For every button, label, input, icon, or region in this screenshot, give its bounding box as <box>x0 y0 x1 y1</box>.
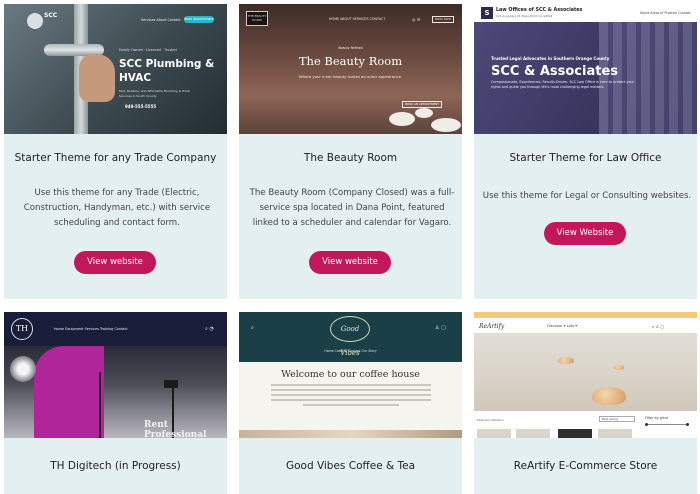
preview-screenshot-reartify[interactable]: ReArtify Discover ▾ Lots ▾ ⌕ ♙ ▢ Feature… <box>474 312 697 438</box>
promo-bar <box>474 312 697 318</box>
card-beauty-room: THE BEAUTY ROOM HOME ABOUT SERVICES CONT… <box>239 4 462 299</box>
stone-image <box>415 108 433 118</box>
preview-appointment-button: BOOK AN APPOINTMENT <box>402 101 442 108</box>
preview-body-text <box>271 384 431 409</box>
preview-screenshot-beauty[interactable]: THE BEAUTY ROOM HOME ABOUT SERVICES CONT… <box>239 4 462 134</box>
beach-image <box>474 333 697 411</box>
light-stand <box>99 372 101 438</box>
preview-screenshot-law[interactable]: S Law Offices of SCC & Associates 123 An… <box>474 4 697 134</box>
backdrop-image <box>34 346 104 438</box>
preview-menu: Home Catalog Contact Our Story <box>324 349 377 353</box>
card-description: Use this theme for Legal or Consulting w… <box>482 191 692 201</box>
shell-image <box>558 357 574 364</box>
view-website-button[interactable]: View Website <box>544 222 626 245</box>
card-law-office: S Law Offices of SCC & Associates 123 An… <box>474 4 697 299</box>
preview-headline: SCC & Associates <box>491 64 619 79</box>
preview-headline: SCC Plumbing & HVAC <box>119 58 215 84</box>
preview-nav: HOME ABOUT SERVICES CONTACT <box>329 17 386 21</box>
product-tile <box>516 429 550 438</box>
card-trade-theme: SCC Services About Contact Book Appointm… <box>4 4 227 299</box>
preview-headline: The Beauty Room <box>298 54 403 68</box>
shell-image <box>614 365 624 370</box>
preview-address: 123 Anywhere St, Dana Point, CA 92629 <box>496 14 553 18</box>
preview-screenshot-digitech[interactable]: TH Home Equipment Services Training Cont… <box>4 312 227 438</box>
card-title: Good Vibes Coffee & Tea <box>285 460 416 472</box>
preview-nav: Home Areas of Practice Contact <box>640 11 691 15</box>
firm-logo-icon: S <box>481 7 493 19</box>
card-title: Starter Theme for any Trade Company <box>14 152 217 164</box>
preview-headline: Welcome to our coffee house <box>281 369 420 380</box>
preview-logo: TH <box>11 318 33 340</box>
preview-screenshot-trade[interactable]: SCC Services About Contact Book Appointm… <box>4 4 227 134</box>
slider-thumb <box>686 423 689 426</box>
account-cart-icons: ♙ ▢ <box>435 325 446 331</box>
brand-name: SCC <box>44 12 58 19</box>
preview-kicker: Beauty Refined <box>338 46 363 50</box>
preview-kicker: Trusted Legal Advocates in Southern Oran… <box>491 56 610 61</box>
preview-headline: Rent Professional <box>144 420 207 438</box>
stone-image <box>431 118 461 132</box>
preview-image-strip <box>239 430 462 438</box>
slider-thumb <box>645 423 648 426</box>
preview-subtext: Where your inner beauty makes an outer a… <box>298 74 403 79</box>
card-title: TH Digitech (in Progress) <box>50 460 181 472</box>
card-good-vibes: ⌕ Good Vibes ♙ ▢ Home Catalog Contact Ou… <box>239 312 462 494</box>
shell-image <box>592 387 626 405</box>
umbrella-light-image <box>10 356 36 382</box>
stone-image <box>389 112 415 126</box>
card-title: ReArtify E-Commerce Store <box>513 460 658 472</box>
preview-screenshot-coffee[interactable]: ⌕ Good Vibes ♙ ▢ Home Catalog Contact Ou… <box>239 312 462 438</box>
preview-logo: Good Vibes <box>330 316 370 357</box>
preview-nav: Services About Contact <box>141 18 181 22</box>
card-reartify: ReArtify Discover ▾ Lots ▾ ⌕ ♙ ▢ Feature… <box>474 312 697 494</box>
brand-logo-icon <box>27 13 43 29</box>
preview-filter-label: Filter by price <box>645 416 669 420</box>
preview-subtext: Fast, Reliable, and Affordable Plumbing … <box>119 89 191 98</box>
card-description: The Beauty Room (Company Closed) was a f… <box>249 188 455 228</box>
product-tile <box>598 429 632 438</box>
card-description: Use this theme for any Trade (Electric, … <box>23 188 211 228</box>
view-website-button[interactable]: View website <box>74 251 156 274</box>
view-website-button[interactable]: View website <box>309 251 391 274</box>
preview-collection-label: Featured collection <box>477 418 504 422</box>
preview-icons: ◎ ☰ <box>412 17 421 22</box>
preview-logo: THE BEAUTY ROOM <box>246 11 268 26</box>
search-cart-icons: ⌕ ◔ <box>205 326 214 332</box>
preview-sort-select: Best selling <box>599 416 635 422</box>
preview-nav: Discover ▾ Lots ▾ <box>547 324 578 328</box>
preview-firm-name: Law Offices of SCC & Associates <box>496 8 583 13</box>
card-th-digitech: TH Home Equipment Services Training Cont… <box>4 312 227 494</box>
card-title: Starter Theme for Law Office <box>509 152 662 164</box>
search-cart-icons: ⌕ ♙ ▢ <box>652 324 665 329</box>
product-tile <box>558 429 592 438</box>
card-title: The Beauty Room <box>303 152 398 164</box>
product-tile <box>477 429 511 438</box>
preview-phone: 949-555-5555 <box>125 104 157 109</box>
search-icon: ⌕ <box>251 325 254 331</box>
camera-image <box>164 380 178 388</box>
preview-book-button: BOOK NOW <box>432 16 454 23</box>
preview-cta-button: Book Appointment <box>184 16 214 23</box>
hand-image <box>79 54 115 102</box>
preview-kicker: Family Owned · Licensed · Trusted <box>119 48 177 52</box>
preview-subtext: Compassionate, Experienced, Results-Driv… <box>491 80 634 89</box>
preview-logo: ReArtify <box>479 323 505 330</box>
preview-nav: Home Equipment Services Training Contact <box>54 327 128 331</box>
price-slider <box>645 424 689 425</box>
